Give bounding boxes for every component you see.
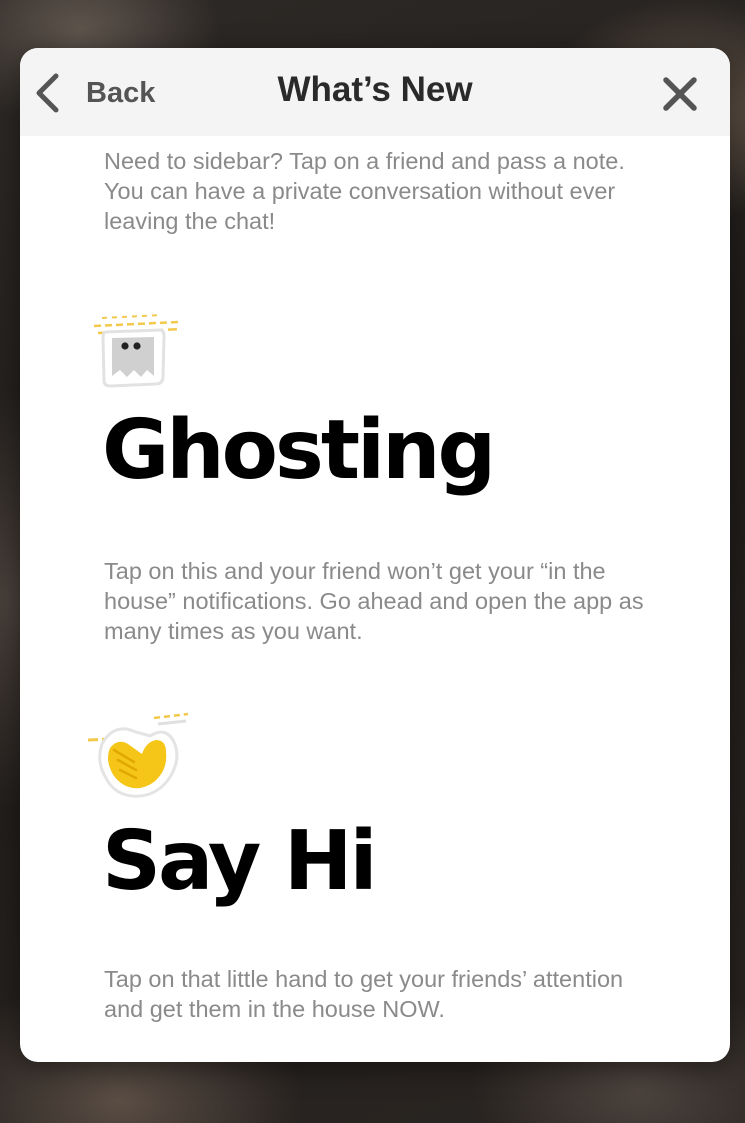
pass-note-description: Need to sidebar? Tap on a friend and pas…: [104, 148, 625, 234]
say-hi-title: Say Hi: [102, 814, 378, 909]
back-label: Back: [86, 76, 156, 109]
ghosting-title: Ghosting: [102, 403, 496, 498]
chevron-left-icon: [34, 73, 60, 113]
ghost-icon: [92, 306, 188, 397]
modal-header: Back What’s New: [20, 48, 730, 136]
ghosting-description: Tap on this and your friend won’t get yo…: [104, 558, 644, 644]
back-button[interactable]: Back: [34, 68, 155, 118]
say-hi-description: Tap on that little hand to get your frie…: [104, 966, 624, 1022]
close-icon: [660, 77, 700, 118]
close-button[interactable]: [660, 74, 700, 114]
whats-new-modal: Back What’s New Need to sidebar? Tap on …: [20, 48, 730, 1062]
waving-hand-icon: [84, 708, 194, 809]
